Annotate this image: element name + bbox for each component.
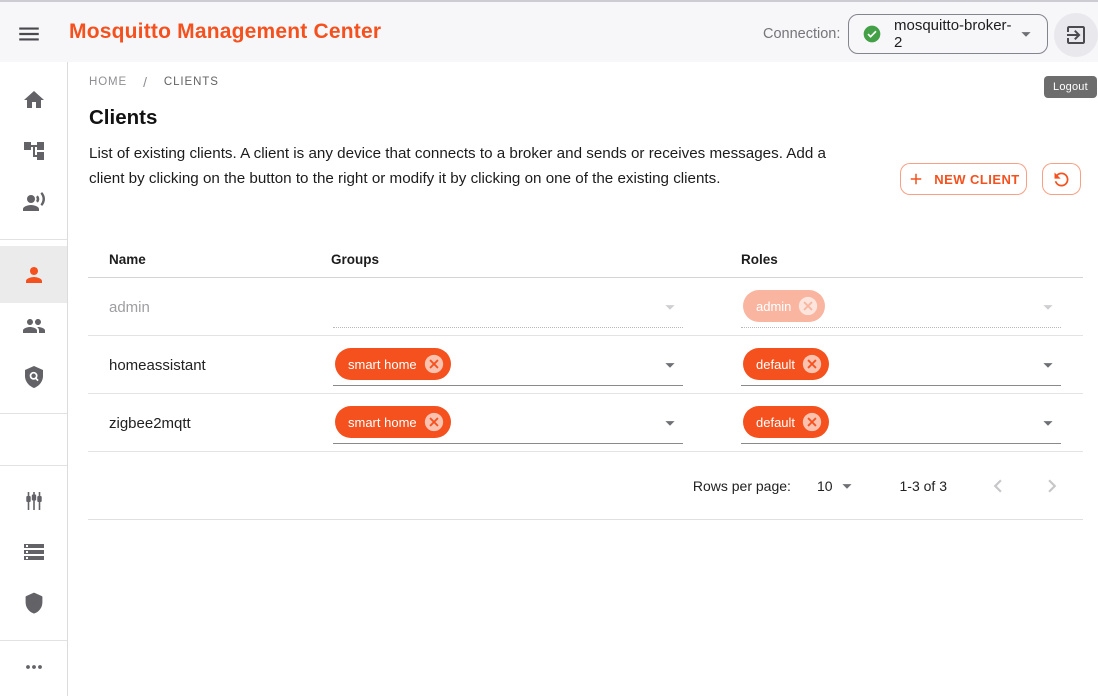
app-root: Mosquitto Management Center Connection: … (0, 0, 1098, 696)
sidebar-item-topology[interactable] (0, 125, 67, 176)
chevron-down-icon (659, 412, 681, 434)
chip-label: smart home (348, 357, 417, 372)
breadcrumb-current: CLIENTS (164, 76, 219, 88)
logout-button[interactable] (1054, 13, 1098, 57)
breadcrumb-home[interactable]: HOME (89, 76, 127, 88)
sidebar-item-home[interactable] (0, 74, 67, 125)
person-icon (22, 263, 46, 287)
menu-button[interactable] (16, 21, 42, 47)
chevron-down-icon (659, 296, 681, 318)
table-row-homeassistant[interactable]: homeassistant smart home default (88, 336, 1083, 394)
sidebar-item-roles[interactable] (0, 351, 67, 402)
sliders-icon (22, 489, 46, 513)
chevron-down-icon (836, 475, 858, 497)
client-name: admin (109, 278, 150, 336)
groups-select[interactable]: smart home (333, 402, 683, 444)
roles-select[interactable]: default (741, 344, 1061, 386)
record-voice-icon (22, 190, 46, 214)
chevron-down-icon (1037, 296, 1059, 318)
rows-per-page-label: Rows per page: (693, 478, 791, 494)
rows-per-page-value: 10 (817, 478, 833, 494)
sidebar-item-security[interactable] (0, 577, 67, 628)
roles-select[interactable]: default (741, 402, 1061, 444)
storage-icon (22, 540, 46, 564)
topology-icon (22, 139, 46, 163)
chip-delete-icon[interactable] (801, 353, 823, 375)
groups-select[interactable]: smart home (333, 344, 683, 386)
chip-delete-icon (797, 295, 819, 317)
chevron-down-icon (1037, 354, 1059, 376)
client-name: homeassistant (109, 336, 206, 394)
role-chip[interactable]: default (743, 406, 829, 438)
client-name: zigbee2mqtt (109, 394, 191, 452)
sidebar-divider (0, 465, 67, 466)
column-header-name: Name (109, 252, 146, 267)
chip-label: default (756, 415, 795, 430)
table-row-admin[interactable]: admin admin (88, 278, 1083, 336)
sidebar-item-system-status[interactable] (0, 526, 67, 577)
chip-delete-icon[interactable] (423, 353, 445, 375)
new-client-button[interactable]: NEW CLIENT (900, 163, 1027, 195)
roles-select[interactable]: admin (741, 286, 1061, 328)
check-circle-icon (862, 24, 882, 44)
home-icon (22, 88, 46, 112)
breadcrumb-separator: / (143, 74, 148, 90)
sidebar (0, 62, 68, 696)
table-row-zigbee2mqtt[interactable]: zigbee2mqtt smart home default (88, 394, 1083, 452)
menu-icon (16, 21, 42, 47)
chevron-down-icon (659, 354, 681, 376)
people-icon (22, 314, 46, 338)
refresh-icon (1051, 169, 1072, 190)
plus-icon (907, 170, 925, 188)
chip-label: smart home (348, 415, 417, 430)
rows-per-page-select[interactable]: 10 (817, 475, 858, 497)
connection-value: mosquitto-broker-2 (894, 17, 1015, 51)
policy-shield-icon (22, 365, 46, 389)
logout-icon (1064, 23, 1088, 47)
app-title: Mosquitto Management Center (69, 20, 381, 44)
pagination-range: 1-3 of 3 (900, 478, 947, 494)
chevron-down-icon (1037, 412, 1059, 434)
chip-delete-icon[interactable] (423, 411, 445, 433)
new-client-label: NEW CLIENT (934, 172, 1019, 187)
sidebar-item-groups[interactable] (0, 300, 67, 351)
table-pagination: Rows per page: 10 1-3 of 3 (88, 452, 1083, 520)
more-horizontal-icon (22, 655, 46, 679)
shield-check-icon (22, 591, 46, 615)
refresh-button[interactable] (1042, 163, 1081, 195)
chip-label: admin (756, 299, 791, 314)
sidebar-divider (0, 413, 67, 414)
column-header-roles: Roles (741, 252, 778, 267)
previous-page-button[interactable] (985, 473, 1011, 499)
breadcrumb: HOME / CLIENTS (89, 74, 219, 90)
logout-tooltip: Logout (1044, 76, 1097, 98)
sidebar-item-clients[interactable] (0, 246, 67, 303)
chip-label: default (756, 357, 795, 372)
connection-label: Connection: (763, 26, 840, 42)
connection-select[interactable]: mosquitto-broker-2 (848, 14, 1048, 54)
sidebar-item-more[interactable] (0, 641, 67, 692)
sidebar-divider (0, 239, 67, 240)
column-header-groups: Groups (331, 252, 379, 267)
group-chip[interactable]: smart home (335, 348, 451, 380)
sidebar-item-streams[interactable] (0, 176, 67, 227)
next-page-button[interactable] (1039, 473, 1065, 499)
page-description: List of existing clients. A client is an… (89, 141, 837, 191)
table-header: Name Groups Roles (88, 240, 1083, 278)
group-chip[interactable]: smart home (335, 406, 451, 438)
role-chip[interactable]: default (743, 348, 829, 380)
app-bar: Mosquitto Management Center Connection: … (0, 0, 1098, 62)
page-title: Clients (89, 106, 157, 130)
sidebar-item-settings[interactable] (0, 475, 67, 526)
chevron-down-icon (1015, 23, 1037, 45)
groups-select[interactable] (333, 286, 683, 328)
chip-delete-icon[interactable] (801, 411, 823, 433)
role-chip: admin (743, 290, 825, 322)
